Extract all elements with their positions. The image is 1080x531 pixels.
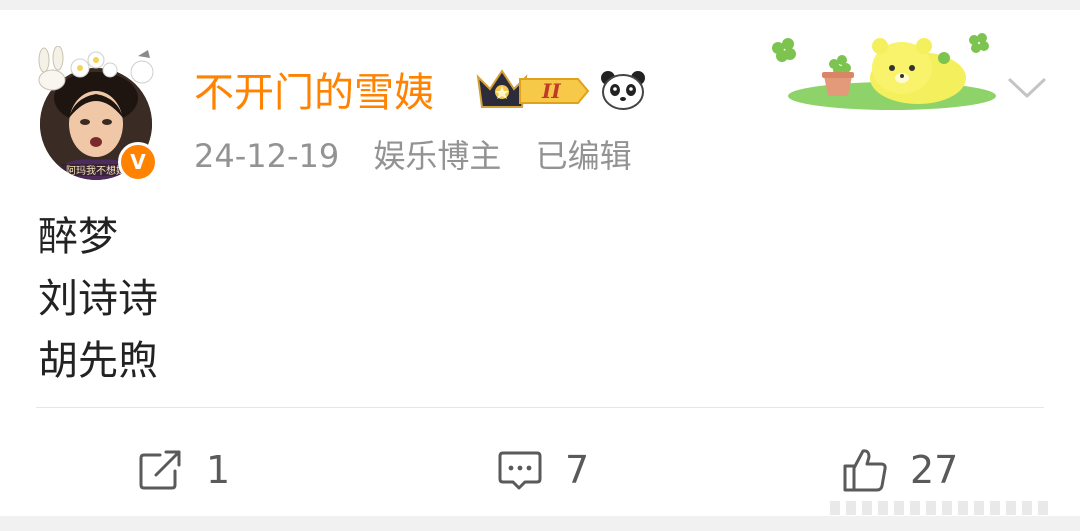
- share-square-arrow-icon: [139, 450, 181, 490]
- post-card: 阿玛我不想嫁 V 不开门的雪姨 II 24-12-19 娱乐博主 已编辑 醉梦 …: [0, 10, 1080, 516]
- avatar-caption: 阿玛我不想嫁: [66, 164, 126, 177]
- thumbs-up-icon: [843, 449, 887, 492]
- comment-count: 7: [565, 448, 590, 492]
- username[interactable]: 不开门的雪姨: [194, 68, 434, 118]
- watermark: [830, 500, 1070, 518]
- post-date: 24-12-19: [194, 137, 340, 175]
- repost-button[interactable]: 1: [138, 440, 230, 500]
- verified-badge: V: [118, 142, 158, 182]
- comment-button[interactable]: 7: [497, 440, 589, 500]
- author-role: 娱乐博主: [373, 137, 502, 175]
- bunny-flower-frame-icon: [38, 46, 154, 91]
- edited-label[interactable]: 已编辑: [536, 137, 632, 175]
- post-content-line: 醉梦: [38, 214, 118, 260]
- crown-level-text: II: [541, 79, 561, 103]
- like-button[interactable]: 27: [842, 440, 958, 500]
- comment-bubble-icon: [498, 451, 542, 490]
- post-content: 醉梦 刘诗诗 胡先煦: [38, 206, 158, 392]
- divider: [36, 407, 1044, 408]
- crown-level-icon[interactable]: II: [474, 67, 590, 115]
- post-content-line: 刘诗诗: [38, 276, 158, 322]
- like-count: 27: [910, 448, 959, 492]
- avatar-wrap[interactable]: 阿玛我不想嫁 V: [30, 46, 162, 182]
- repost-count: 1: [206, 448, 231, 492]
- yellow-bear-clover-icon: [772, 33, 996, 110]
- chevron-down-icon[interactable]: [1004, 70, 1050, 106]
- post-content-line: 胡先煦: [38, 338, 158, 384]
- panda-icon: [601, 71, 645, 110]
- post-meta: 24-12-19 娱乐博主 已编辑: [194, 134, 656, 178]
